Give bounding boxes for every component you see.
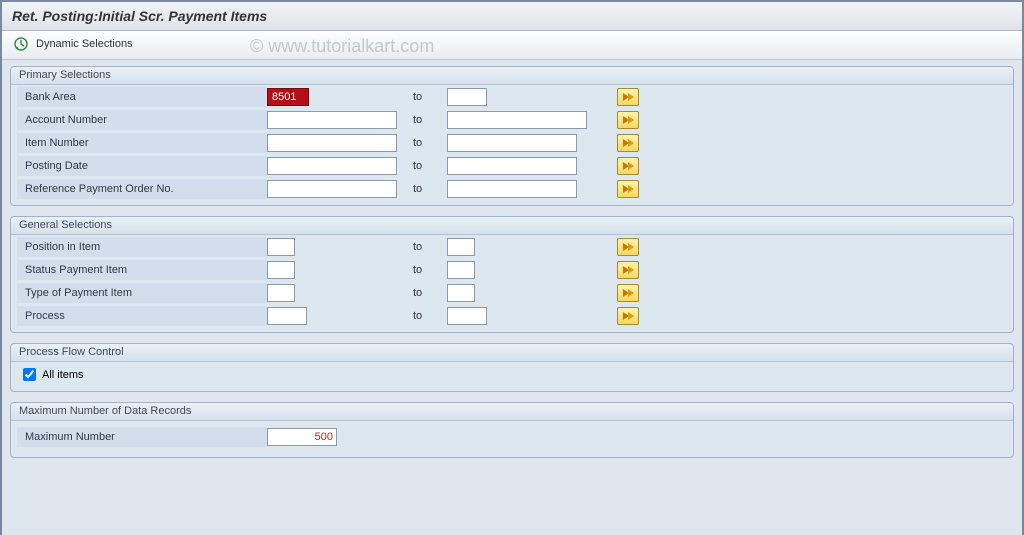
group-title-flow: Process Flow Control	[11, 344, 1013, 362]
group-primary-selections: Primary Selections Bank Area 8501 to Acc…	[10, 66, 1014, 206]
group-title-max: Maximum Number of Data Records	[11, 403, 1013, 421]
multiple-selection-button[interactable]	[617, 238, 639, 256]
multiple-selection-button[interactable]	[617, 134, 639, 152]
account-number-to-input[interactable]	[447, 111, 587, 129]
row-item-number: Item Number to	[17, 132, 1007, 154]
group-general-selections: General Selections Position in Item to S…	[10, 216, 1014, 333]
application-toolbar: Dynamic Selections	[2, 31, 1022, 60]
group-process-flow-control: Process Flow Control All items	[10, 343, 1014, 392]
to-label: to	[407, 183, 447, 195]
max-number-input[interactable]	[267, 428, 337, 446]
status-to-input[interactable]	[447, 261, 475, 279]
posting-date-from-input[interactable]	[267, 157, 397, 175]
to-label: to	[407, 91, 447, 103]
ref-order-to-input[interactable]	[447, 180, 577, 198]
to-label: to	[407, 160, 447, 172]
row-type-payment-item: Type of Payment Item to	[17, 282, 1007, 304]
all-items-checkbox[interactable]	[23, 368, 36, 381]
to-label: to	[407, 264, 447, 276]
label-position: Position in Item	[17, 237, 267, 257]
bank-area-to-input[interactable]	[447, 88, 487, 106]
group-max-records: Maximum Number of Data Records Maximum N…	[10, 402, 1014, 458]
item-number-from-input[interactable]	[267, 134, 397, 152]
row-status-payment-item: Status Payment Item to	[17, 259, 1007, 281]
type-from-input[interactable]	[267, 284, 295, 302]
label-process: Process	[17, 306, 267, 326]
multiple-selection-button[interactable]	[617, 111, 639, 129]
multiple-selection-button[interactable]	[617, 284, 639, 302]
row-posting-date: Posting Date to	[17, 155, 1007, 177]
label-bank-area: Bank Area	[17, 87, 267, 107]
multiple-selection-button[interactable]	[617, 180, 639, 198]
label-status: Status Payment Item	[17, 260, 267, 280]
dynamic-selections-button[interactable]: Dynamic Selections	[36, 38, 133, 50]
label-account-number: Account Number	[17, 110, 267, 130]
ref-order-from-input[interactable]	[267, 180, 397, 198]
row-bank-area: Bank Area 8501 to	[17, 86, 1007, 108]
status-from-input[interactable]	[267, 261, 295, 279]
item-number-to-input[interactable]	[447, 134, 577, 152]
dynamic-selections-icon[interactable]	[12, 35, 30, 53]
label-ref-payment-order: Reference Payment Order No.	[17, 179, 267, 199]
position-from-input[interactable]	[267, 238, 295, 256]
row-ref-payment-order: Reference Payment Order No. to	[17, 178, 1007, 200]
group-title-primary: Primary Selections	[11, 67, 1013, 85]
posting-date-to-input[interactable]	[447, 157, 577, 175]
row-account-number: Account Number to	[17, 109, 1007, 131]
type-to-input[interactable]	[447, 284, 475, 302]
label-type: Type of Payment Item	[17, 283, 267, 303]
process-from-input[interactable]	[267, 307, 307, 325]
row-process: Process to	[17, 305, 1007, 327]
row-max-number: Maximum Number	[11, 421, 1013, 453]
account-number-from-input[interactable]	[267, 111, 397, 129]
multiple-selection-button[interactable]	[617, 88, 639, 106]
process-to-input[interactable]	[447, 307, 487, 325]
label-max-number: Maximum Number	[17, 427, 267, 447]
to-label: to	[407, 137, 447, 149]
multiple-selection-button[interactable]	[617, 157, 639, 175]
to-label: to	[407, 241, 447, 253]
position-to-input[interactable]	[447, 238, 475, 256]
page-title: Ret. Posting:Initial Scr. Payment Items	[2, 2, 1022, 31]
label-posting-date: Posting Date	[17, 156, 267, 176]
multiple-selection-button[interactable]	[617, 307, 639, 325]
row-all-items: All items	[11, 362, 1013, 387]
row-position-in-item: Position in Item to	[17, 236, 1007, 258]
all-items-label: All items	[42, 369, 84, 381]
multiple-selection-button[interactable]	[617, 261, 639, 279]
group-title-general: General Selections	[11, 217, 1013, 235]
label-item-number: Item Number	[17, 133, 267, 153]
to-label: to	[407, 287, 447, 299]
to-label: to	[407, 114, 447, 126]
to-label: to	[407, 310, 447, 322]
bank-area-from-value[interactable]: 8501	[267, 88, 309, 106]
